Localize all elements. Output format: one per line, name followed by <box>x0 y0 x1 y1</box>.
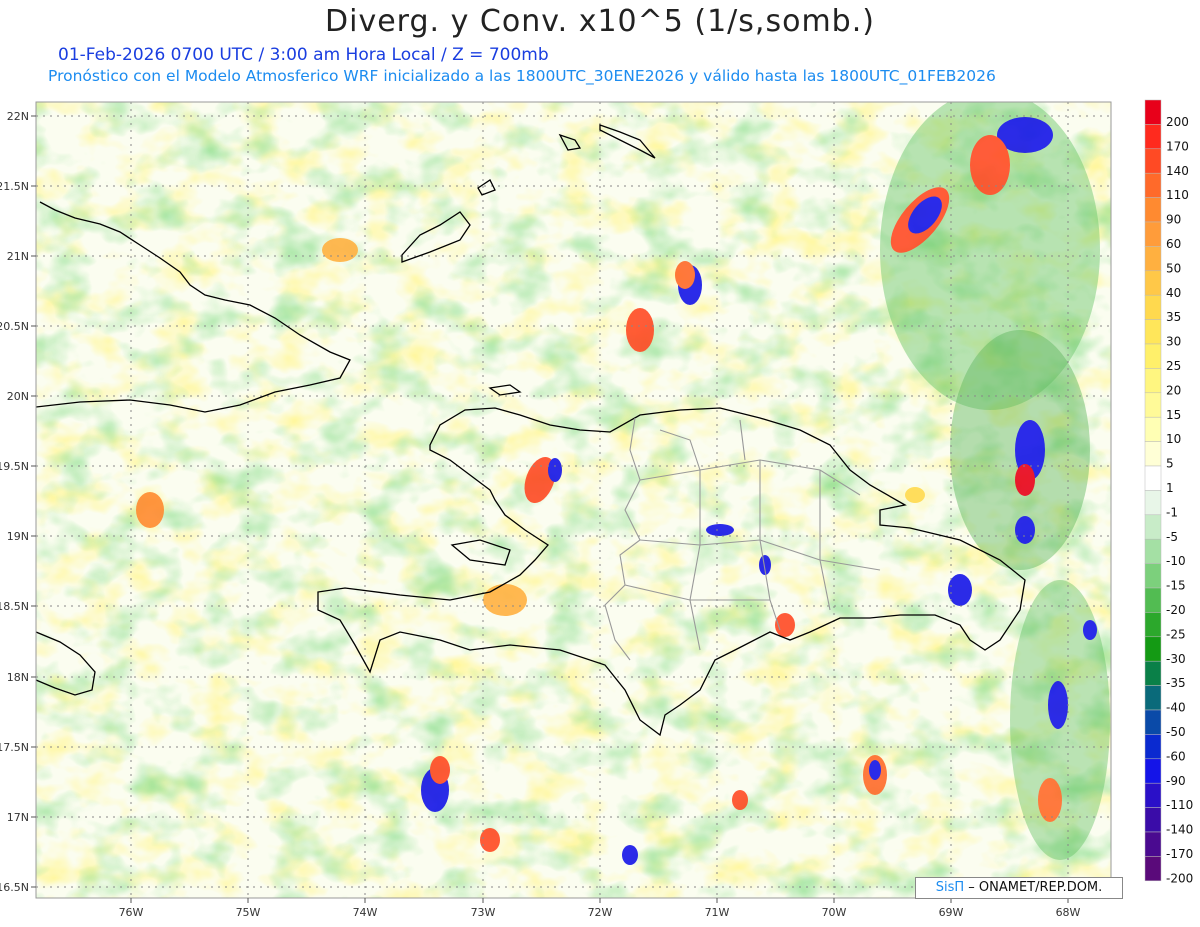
colorbar-label: 15 <box>1166 408 1181 422</box>
lat-label: 17N <box>7 811 29 824</box>
colorbar-label: 30 <box>1166 335 1181 349</box>
colorbar-swatch <box>1144 368 1162 394</box>
colorbar-swatch <box>1144 270 1162 296</box>
colorbar-swatch <box>1144 734 1162 760</box>
colorbar-swatch <box>1144 709 1162 735</box>
lat-label: 19N <box>7 530 29 543</box>
colorbar-label: -5 <box>1166 530 1178 544</box>
colorbar-label: 20 <box>1166 383 1181 397</box>
lon-label: 68W <box>1056 906 1081 919</box>
divergence-field <box>36 102 1111 898</box>
colorbar-label: 1 <box>1166 481 1174 495</box>
colorbar-label: -40 <box>1166 701 1186 715</box>
colorbar-swatch <box>1144 831 1162 857</box>
colorbar-swatch <box>1144 221 1162 247</box>
colorbar-swatch <box>1144 319 1162 345</box>
lat-label: 16.5N <box>0 881 29 894</box>
credit-box: SisΠ – ONAMET/REP.DOM. <box>915 877 1123 899</box>
colorbar-label: 90 <box>1166 213 1181 227</box>
lat-label: 19.5N <box>0 460 29 473</box>
colorbar-swatch <box>1144 392 1162 418</box>
lon-label: 70W <box>822 906 847 919</box>
credit-text: – ONAMET/REP.DOM. <box>968 880 1103 895</box>
colorbar-swatch <box>1144 563 1162 589</box>
colorbar-label: 200 <box>1166 115 1189 129</box>
colorbar-swatch <box>1144 343 1162 369</box>
lat-label: 22N <box>7 110 29 123</box>
colorbar-label: -10 <box>1166 554 1186 568</box>
colorbar-label: -140 <box>1166 823 1193 837</box>
colorbar-swatch <box>1144 612 1162 638</box>
lon-label: 75W <box>236 906 261 919</box>
colorbar-label: -110 <box>1166 798 1193 812</box>
lon-label: 73W <box>471 906 496 919</box>
colorbar-swatch <box>1144 246 1162 272</box>
colorbar-swatch <box>1144 416 1162 442</box>
forecast-map: 22N 21.5N 21N 20.5N 20N 19.5N 19N 18.5N … <box>0 99 1193 919</box>
lat-label: 17.5N <box>0 741 29 754</box>
colorbar-label: -15 <box>1166 579 1186 593</box>
colorbar-label: -50 <box>1166 725 1186 739</box>
lon-label: 72W <box>588 906 613 919</box>
lon-label: 76W <box>119 906 144 919</box>
colorbar-label: 110 <box>1166 188 1189 202</box>
colorbar: 200 170 140 110 90 60 50 40 35 30 25 20 15 10 5 1 -1 -5 -1… <box>1144 99 1193 885</box>
colorbar-swatch <box>1144 538 1162 564</box>
colorbar-label: 60 <box>1166 237 1181 251</box>
colorbar-label: -200 <box>1166 871 1193 885</box>
lat-label: 21N <box>7 250 29 263</box>
colorbar-swatch <box>1144 856 1162 882</box>
colorbar-label: -30 <box>1166 652 1186 666</box>
colorbar-swatch <box>1144 197 1162 223</box>
colorbar-label: -25 <box>1166 627 1186 641</box>
lat-label: 18N <box>7 671 29 684</box>
lat-label: 20.5N <box>0 320 29 333</box>
colorbar-label: 40 <box>1166 286 1181 300</box>
colorbar-label: -60 <box>1166 749 1186 763</box>
colorbar-label: -90 <box>1166 774 1186 788</box>
colorbar-swatch <box>1144 124 1162 150</box>
colorbar-label: 50 <box>1166 261 1181 275</box>
colorbar-label: 170 <box>1166 139 1189 153</box>
colorbar-swatch <box>1144 660 1162 686</box>
colorbar-label: 5 <box>1166 457 1174 471</box>
colorbar-label: -1 <box>1166 505 1178 519</box>
lat-label: 20N <box>7 390 29 403</box>
colorbar-label: 35 <box>1166 310 1181 324</box>
colorbar-swatch <box>1144 782 1162 808</box>
lon-label: 71W <box>705 906 730 919</box>
lon-label: 69W <box>939 906 964 919</box>
colorbar-swatch <box>1144 441 1162 467</box>
colorbar-swatch <box>1144 148 1162 174</box>
colorbar-swatch <box>1144 294 1162 320</box>
colorbar-label: -170 <box>1166 847 1193 861</box>
brand-logo-text: SisΠ <box>935 880 965 895</box>
lat-label: 21.5N <box>0 180 29 193</box>
colorbar-label: 10 <box>1166 432 1181 446</box>
lat-label: 18.5N <box>0 600 29 613</box>
colorbar-swatch <box>1144 758 1162 784</box>
valid-time-subtitle: 01-Feb-2026 0700 UTC / 3:00 am Hora Loca… <box>58 45 549 65</box>
colorbar-swatch <box>1144 807 1162 833</box>
chart-title: Diverg. y Conv. x10^5 (1/s,somb.) <box>325 4 875 39</box>
colorbar-label: 25 <box>1166 359 1181 373</box>
colorbar-swatch <box>1144 465 1162 491</box>
colorbar-label: -20 <box>1166 603 1186 617</box>
colorbar-swatch <box>1144 636 1162 662</box>
model-info-subtitle: Pronóstico con el Modelo Atmosferico WRF… <box>48 67 996 85</box>
colorbar-swatch <box>1144 172 1162 198</box>
colorbar-swatch <box>1144 514 1162 540</box>
colorbar-swatch <box>1144 99 1162 125</box>
colorbar-swatch <box>1144 685 1162 711</box>
colorbar-swatch <box>1144 587 1162 613</box>
lon-label: 74W <box>353 906 378 919</box>
colorbar-label: 140 <box>1166 164 1189 178</box>
colorbar-label: -35 <box>1166 676 1186 690</box>
colorbar-swatch <box>1144 490 1162 516</box>
